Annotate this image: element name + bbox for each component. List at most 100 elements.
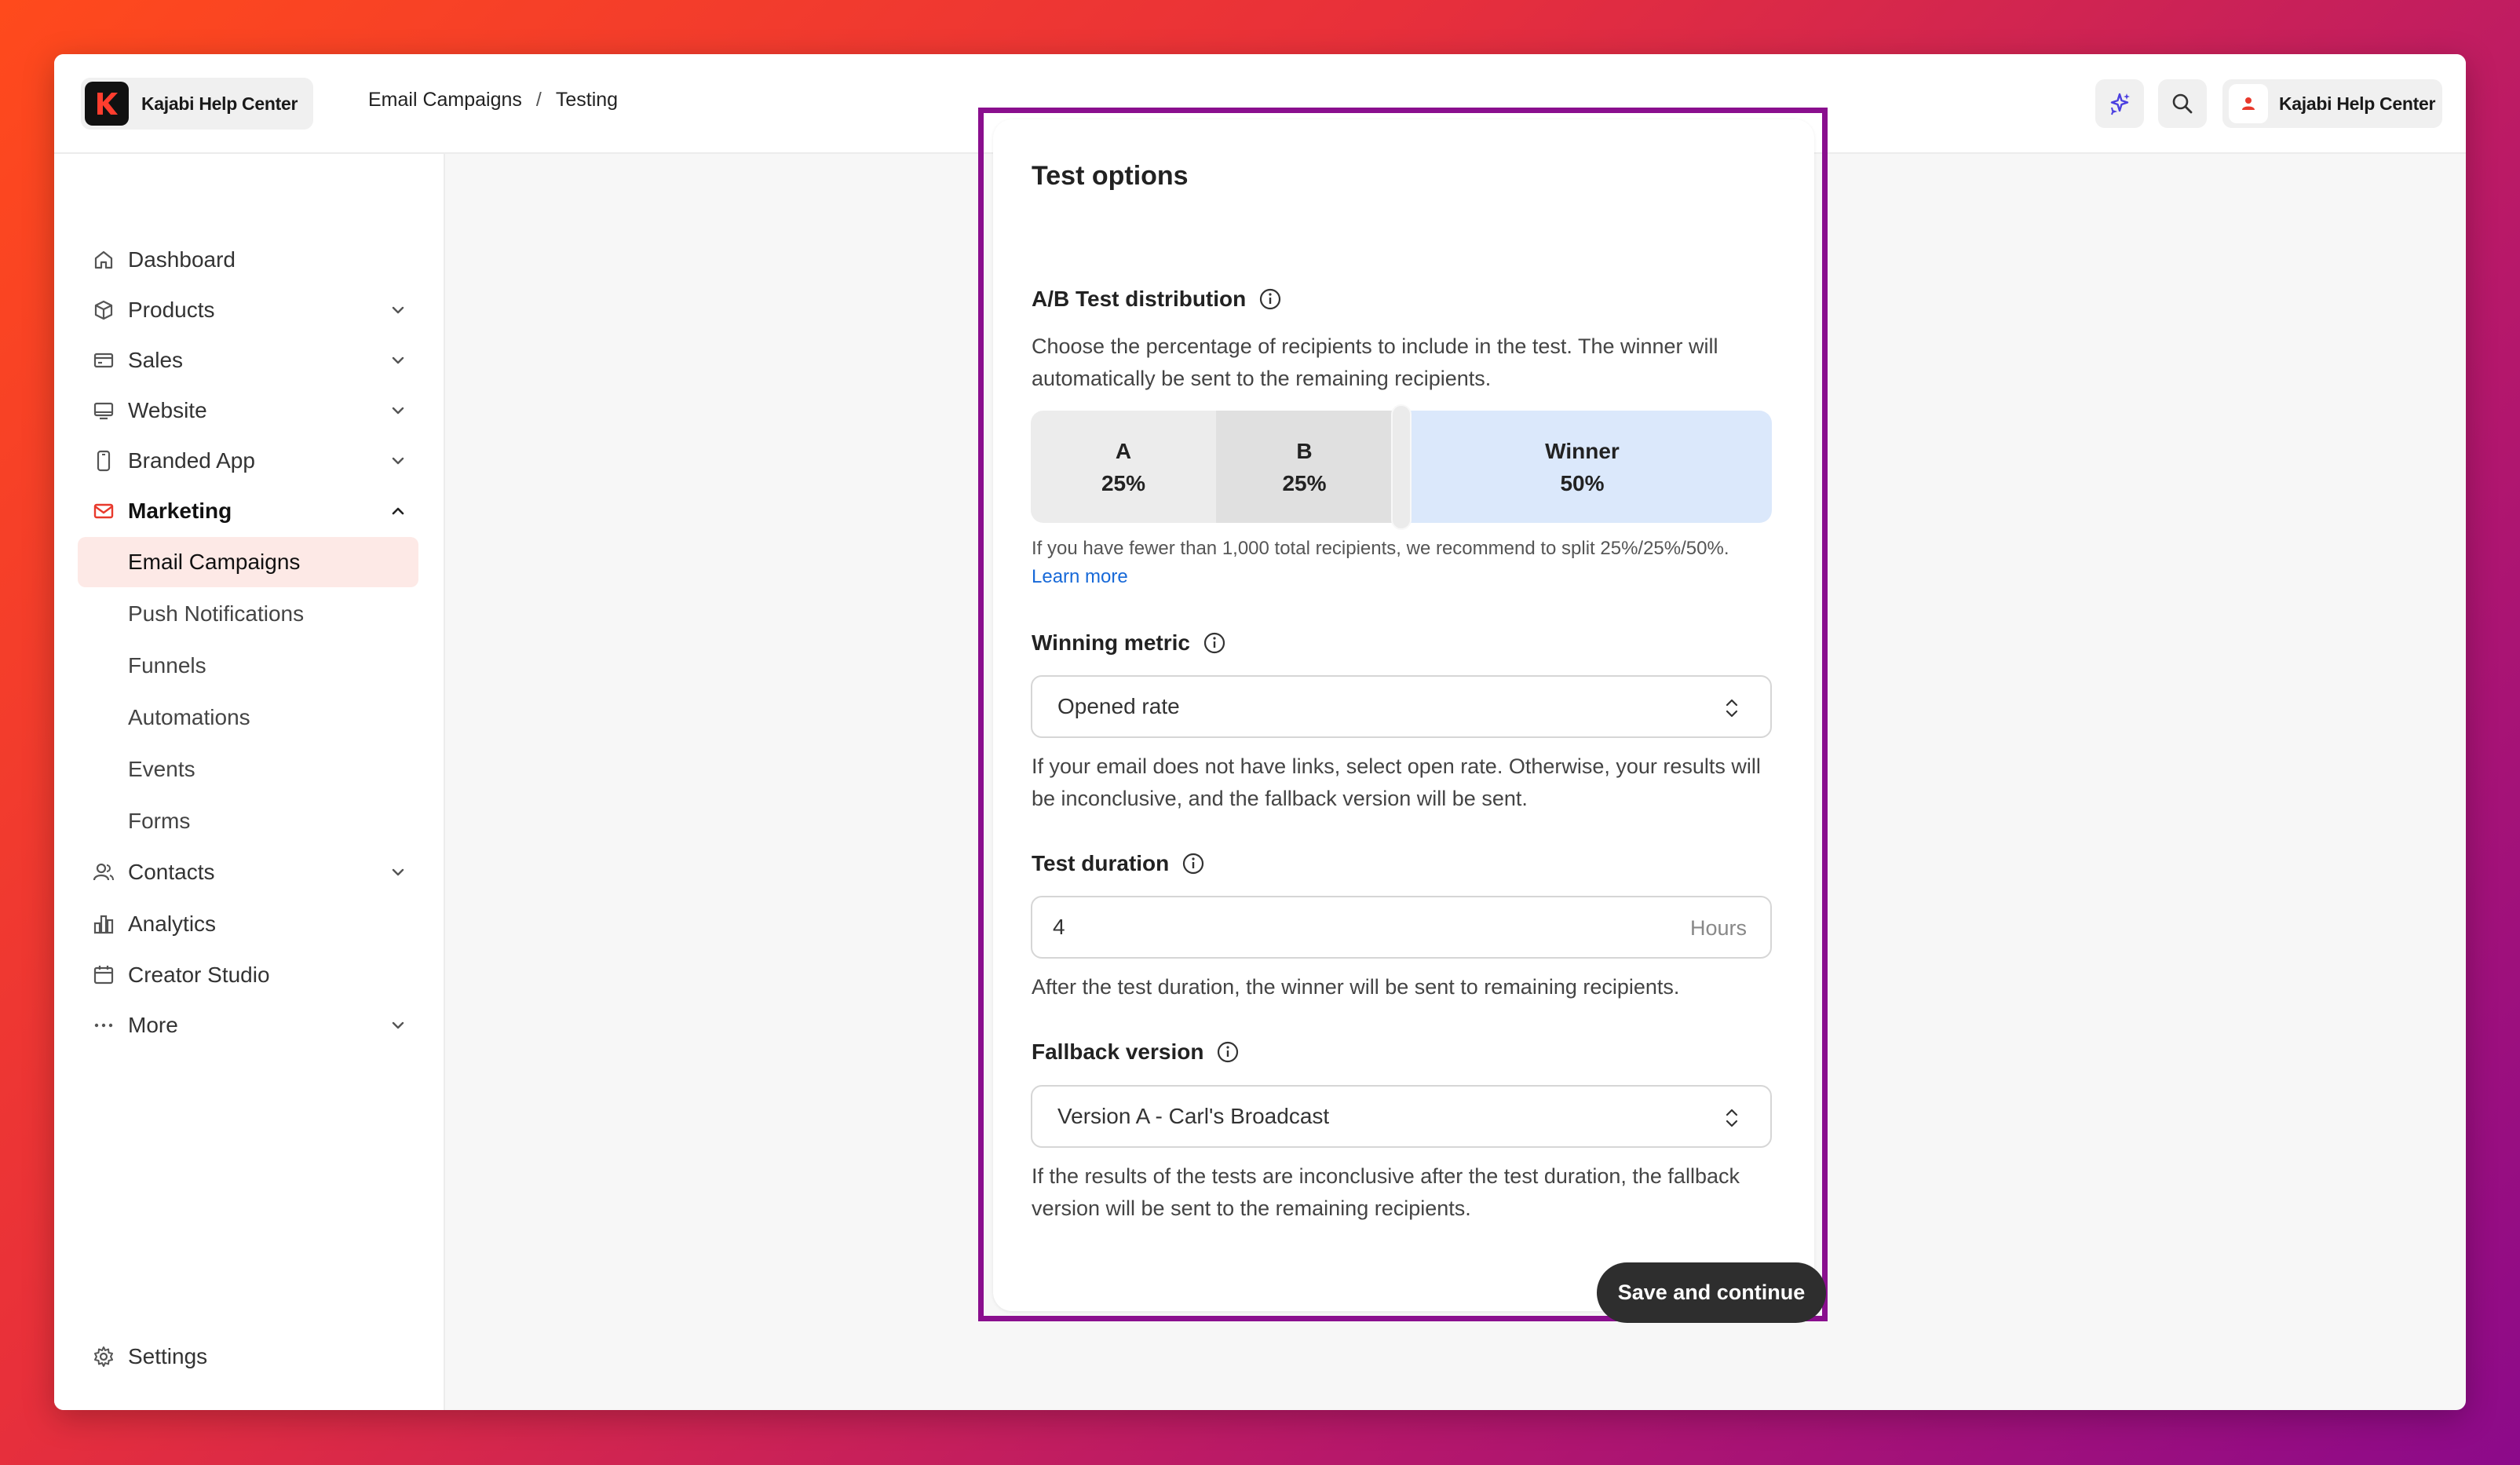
sidebar-subitem-events[interactable]: Events [78, 744, 418, 795]
brand-name: Kajabi Help Center [141, 93, 298, 114]
fallback-help: If the results of the tests are inconclu… [1032, 1164, 1740, 1220]
sidebar-item-marketing[interactable]: Marketing [78, 489, 418, 533]
breadcrumb-separator: / [535, 89, 542, 111]
segment-a[interactable]: A 25% [1031, 411, 1216, 523]
learn-more-link[interactable]: Learn more [1032, 566, 1128, 587]
sidebar-subitem-email-campaigns[interactable]: Email Campaigns [78, 537, 418, 587]
sidebar-item-branded-app[interactable]: Branded App [78, 439, 418, 483]
distribution-description: Choose the percentage of recipients to i… [1032, 334, 1718, 390]
winning-metric-select[interactable]: Opened rate [1031, 675, 1772, 738]
sidebar-item-label: Website [128, 398, 207, 422]
user-icon [2242, 97, 2255, 110]
sidebar-item-label: More [128, 1013, 178, 1037]
sidebar-item-label: Settings [128, 1344, 208, 1368]
sparkle-icon [2110, 93, 2130, 115]
monitor-icon [90, 397, 117, 424]
info-icon[interactable] [1203, 631, 1226, 655]
sidebar-item-settings[interactable]: Settings [78, 1335, 418, 1379]
chevron-down-icon [392, 457, 404, 465]
sidebar-item-analytics[interactable]: Analytics [78, 902, 418, 946]
search-button[interactable] [2158, 79, 2207, 128]
sidebar-item-label: Branded App [128, 448, 255, 473]
chevron-down-icon [392, 306, 404, 314]
credit-card-icon [90, 347, 117, 374]
fallback-label: Fallback version [1032, 1039, 1240, 1065]
segment-name: Winner [1545, 438, 1620, 463]
test-duration-label: Test duration [1032, 851, 1205, 876]
fallback-label-text: Fallback version [1032, 1039, 1204, 1064]
chevron-down-icon [392, 868, 404, 876]
gear-icon [90, 1343, 117, 1370]
segment-name: B [1296, 438, 1313, 463]
test-duration-label-text: Test duration [1032, 851, 1170, 875]
winning-metric-help: If your email does not have links, selec… [1032, 754, 1761, 810]
select-arrows-icon [1726, 699, 1738, 718]
test-options-card: Test options A/B Test distribution Choos… [993, 119, 1826, 1323]
breadcrumb-testing: Testing [555, 89, 619, 111]
sidebar-item-contacts[interactable]: Contacts [78, 850, 418, 894]
calendar-icon [90, 962, 117, 988]
distribution-label: A/B Test distribution [1032, 287, 1282, 312]
ai-assistant-button[interactable] [2095, 79, 2144, 128]
fallback-version-value: Version A - Carl's Broadcast [1057, 1104, 1330, 1128]
brand-switcher[interactable]: Kajabi Help Center [81, 78, 314, 130]
segment-name: A [1115, 438, 1132, 463]
info-icon[interactable] [1181, 852, 1205, 875]
mail-icon [90, 498, 117, 524]
sidebar-subitem-forms[interactable]: Forms [78, 796, 418, 846]
info-icon[interactable] [1258, 287, 1282, 311]
segment-winner[interactable]: Winner 50% [1393, 411, 1772, 523]
sidebar-item-website[interactable]: Website [78, 389, 418, 433]
sidebar-subitem-push-notifications[interactable]: Push Notifications [78, 589, 418, 639]
sidebar-item-label: Products [128, 298, 215, 322]
account-name: Kajabi Help Center [2279, 93, 2436, 114]
sidebar-item-more[interactable]: More [78, 1003, 418, 1047]
segment-percent: 50% [1560, 470, 1605, 495]
sidebar-item-label: Contacts [128, 860, 215, 884]
sidebar-item-label: Sales [128, 348, 184, 372]
test-duration-input[interactable]: 4 Hours [1031, 896, 1772, 959]
sidebar-item-label: Analytics [128, 912, 217, 936]
fallback-version-select[interactable]: Version A - Carl's Broadcast [1031, 1085, 1772, 1148]
more-dots-icon [90, 1012, 117, 1039]
sidebar-item-label: Creator Studio [128, 963, 270, 987]
sidebar-item-dashboard[interactable]: Dashboard [78, 238, 418, 282]
segment-b[interactable]: B 25% [1216, 411, 1393, 523]
distribution-note: If you have fewer than 1,000 total recip… [1032, 535, 1773, 591]
split-drag-handle[interactable] [1391, 404, 1412, 530]
bar-chart-icon [90, 911, 117, 937]
home-icon [90, 247, 117, 273]
sidebar-item-label: Marketing [128, 499, 232, 523]
sidebar: Dashboard Products Sales Website Branded… [54, 154, 445, 1410]
sidebar-subitem-automations[interactable]: Automations [78, 692, 418, 743]
segment-percent: 25% [1282, 470, 1327, 495]
winning-metric-label-text: Winning metric [1032, 630, 1190, 655]
chevron-down-icon [392, 407, 404, 415]
select-arrows-icon [1726, 1109, 1738, 1127]
info-icon[interactable] [1216, 1040, 1240, 1064]
sidebar-item-creator-studio[interactable]: Creator Studio [78, 953, 418, 997]
kajabi-logo-icon [85, 82, 129, 126]
winning-metric-value: Opened rate [1057, 694, 1180, 718]
chevron-up-icon [392, 507, 404, 515]
winning-metric-label: Winning metric [1032, 630, 1226, 656]
users-icon [90, 859, 117, 886]
sidebar-subitem-funnels[interactable]: Funnels [78, 641, 418, 691]
avatar [2229, 84, 2268, 123]
test-duration-help: After the test duration, the winner will… [1032, 975, 1680, 999]
phone-icon [90, 448, 117, 474]
breadcrumb: Email Campaigns / Testing [368, 89, 618, 111]
duration-unit-suffix: Hours [1689, 916, 1747, 940]
sidebar-item-products[interactable]: Products [78, 288, 418, 332]
distribution-label-text: A/B Test distribution [1032, 287, 1247, 311]
breadcrumb-email-campaigns[interactable]: Email Campaigns [368, 89, 522, 111]
sidebar-item-sales[interactable]: Sales [78, 338, 418, 382]
save-and-continue-button[interactable]: Save and continue [1597, 1262, 1826, 1323]
test-duration-value: 4 [1053, 915, 1065, 939]
segment-percent: 25% [1101, 470, 1146, 495]
account-menu[interactable]: Kajabi Help Center [2222, 79, 2442, 128]
card-title: Test options [1032, 161, 1189, 191]
sidebar-item-label: Dashboard [128, 247, 236, 272]
chevron-down-icon [392, 356, 404, 364]
chevron-down-icon [392, 1021, 404, 1029]
